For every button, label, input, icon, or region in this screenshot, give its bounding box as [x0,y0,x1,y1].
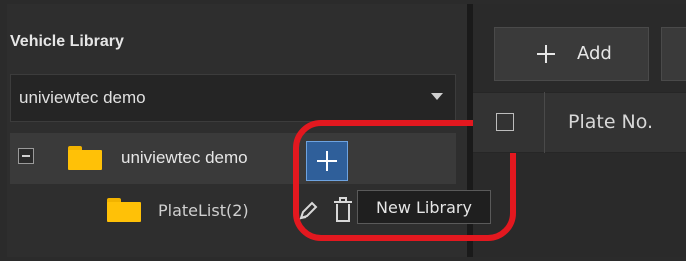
library-select-value: univiewtec demo [19,88,146,107]
chevron-down-icon [431,93,443,100]
add-button-label: Add [577,43,612,64]
trash-icon[interactable] [333,196,353,224]
collapse-icon[interactable] [18,148,34,164]
folder-icon [107,198,141,222]
tree-node-child-label[interactable]: PlateList(2) [158,201,249,220]
panel-title: Vehicle Library [10,33,124,50]
tree-node-root-label[interactable]: univiewtec demo [121,148,248,168]
plus-icon-stroke [545,45,547,63]
plus-icon-stroke [326,151,328,171]
select-all-checkbox[interactable] [496,113,514,131]
new-library-tooltip: New Library [357,190,491,224]
column-header-plate-no[interactable]: Plate No. [568,111,653,133]
new-library-button[interactable] [306,141,348,181]
library-select[interactable]: univiewtec demo [10,74,456,122]
add-button[interactable]: Add [494,27,649,81]
folder-icon [68,146,102,170]
column-divider[interactable] [544,92,545,153]
toolbar-button-next[interactable] [661,27,686,81]
edit-icon[interactable] [297,198,319,222]
